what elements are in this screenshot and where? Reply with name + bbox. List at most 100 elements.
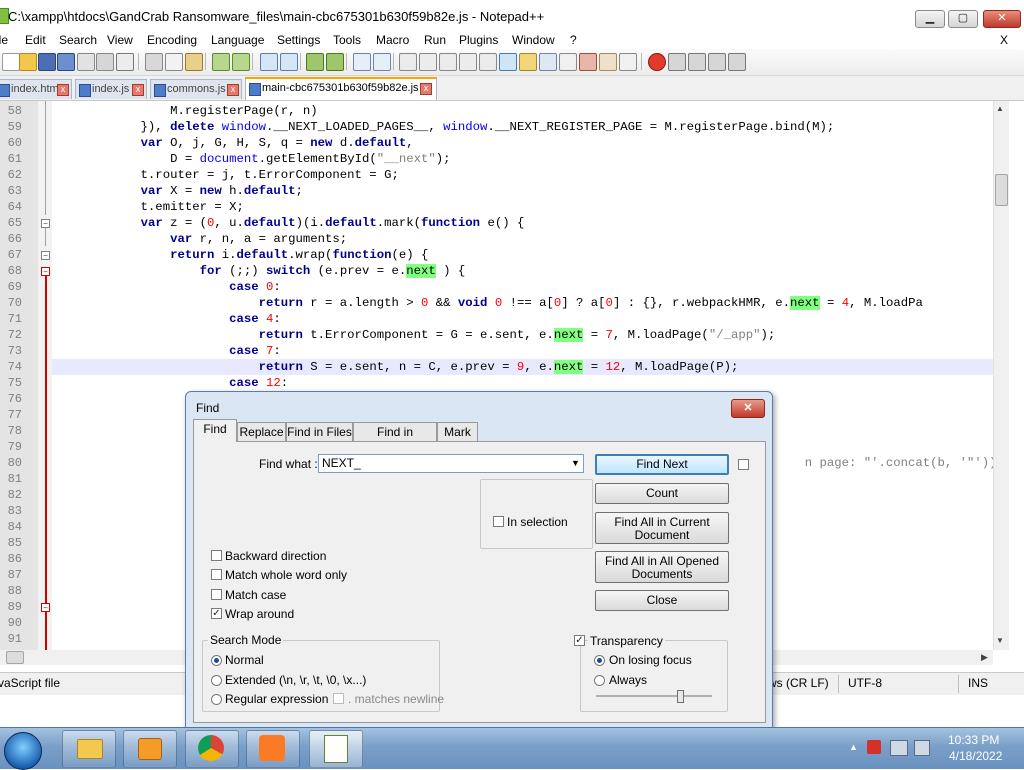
transparency-slider-thumb[interactable] [677, 690, 684, 703]
tab-commons-js[interactable]: commons.js x [150, 79, 242, 99]
tray-show-hidden-icon[interactable]: ▲ [849, 742, 858, 752]
horizontal-scroll-thumb[interactable] [6, 651, 24, 664]
tab-mark[interactable]: Mark [437, 422, 478, 441]
eye-icon[interactable] [619, 53, 637, 71]
start-button[interactable] [0, 730, 44, 770]
transparency-always-radio[interactable] [594, 675, 605, 686]
plugin-icon[interactable] [599, 53, 617, 71]
close-all-icon[interactable] [96, 53, 114, 71]
find-dialog-close-button[interactable]: ✕ [731, 399, 765, 418]
run-macro-multiple-icon[interactable] [708, 53, 726, 71]
action-center-icon[interactable] [867, 740, 881, 754]
doc-switcher-icon[interactable] [559, 53, 577, 71]
tab-find-in-projects[interactable]: Find in Projects [353, 422, 437, 457]
find-next-button[interactable]: Find Next [595, 454, 729, 475]
search-mode-extended-radio[interactable] [211, 675, 222, 686]
stop-macro-icon[interactable] [668, 53, 686, 71]
document-map-icon[interactable] [479, 53, 497, 71]
user-defined-language-icon[interactable] [459, 53, 477, 71]
play-macro-icon[interactable] [688, 53, 706, 71]
transparency-checkbox[interactable]: ✓ [574, 635, 585, 646]
menu-encoding[interactable]: Encoding [147, 33, 197, 47]
maximize-button[interactable]: ▢ [948, 10, 978, 28]
fold-collapse-icon[interactable]: − [41, 267, 50, 276]
match-whole-word-checkbox[interactable] [211, 569, 222, 580]
tab-close-icon[interactable]: x [420, 83, 432, 95]
function-list-icon[interactable] [499, 53, 517, 71]
menu-window[interactable]: Window [512, 33, 555, 47]
scroll-down-arrow-icon[interactable]: ▼ [996, 636, 1004, 645]
volume-icon[interactable] [914, 740, 930, 756]
menu-view[interactable]: View [107, 33, 133, 47]
taskbar-chrome-button[interactable] [185, 730, 239, 768]
save-icon[interactable] [38, 53, 56, 71]
menu-plugins[interactable]: Plugins [459, 33, 498, 47]
tab-close-icon[interactable]: x [132, 84, 144, 96]
find-all-in-current-document-button[interactable]: Find All in Current Document [595, 512, 729, 544]
find-next-option-checkbox[interactable] [738, 459, 749, 470]
copy-icon[interactable] [165, 53, 183, 71]
menu-run[interactable]: Run [424, 33, 446, 47]
transparency-on-losing-focus-radio[interactable] [594, 655, 605, 666]
tab-replace[interactable]: Replace [237, 422, 286, 441]
find-what-input[interactable]: NEXT_ [318, 454, 584, 473]
indent-guide-icon[interactable] [439, 53, 457, 71]
tab-close-icon[interactable]: x [57, 84, 69, 96]
find-what-dropdown-arrow-icon[interactable]: ▼ [571, 458, 580, 468]
monitoring-icon[interactable] [539, 53, 557, 71]
show-all-characters-icon[interactable] [419, 53, 437, 71]
find-all-in-all-opened-documents-button[interactable]: Find All in All Opened Documents [595, 551, 729, 583]
network-icon[interactable] [890, 740, 908, 756]
replace-icon[interactable] [280, 53, 298, 71]
tab-find-in-files[interactable]: Find in Files [286, 422, 353, 441]
search-mode-normal-radio[interactable] [211, 655, 222, 666]
scroll-up-arrow-icon[interactable]: ▲ [996, 104, 1004, 113]
print-icon[interactable] [116, 53, 134, 71]
undo-icon[interactable] [212, 53, 230, 71]
save-macro-icon[interactable] [728, 53, 746, 71]
close-button[interactable]: Close [595, 590, 729, 611]
fold-collapse-icon[interactable]: − [41, 219, 50, 228]
sync-vertical-icon[interactable] [353, 53, 371, 71]
tab-index-js[interactable]: index.js x [75, 79, 147, 99]
word-wrap-icon[interactable] [399, 53, 417, 71]
menu-macro[interactable]: Macro [376, 33, 409, 47]
transparency-slider-track[interactable] [596, 695, 712, 697]
clock-date[interactable]: 4/18/2022 [949, 749, 1002, 763]
menu-search[interactable]: Search [59, 33, 97, 47]
match-case-checkbox[interactable] [211, 589, 222, 600]
tools-icon[interactable] [579, 53, 597, 71]
fold-collapse-icon[interactable]: − [41, 603, 50, 612]
menu-file[interactable]: ile [0, 33, 8, 47]
taskbar-media-player-button[interactable] [123, 730, 177, 768]
menu-edit[interactable]: Edit [25, 33, 46, 47]
tab-index-htm[interactable]: index.htm x [0, 79, 72, 99]
open-folder-icon[interactable] [19, 53, 37, 71]
folder-as-workspace-icon[interactable] [519, 53, 537, 71]
vertical-scroll-thumb[interactable] [995, 174, 1008, 206]
menu-settings[interactable]: Settings [277, 33, 320, 47]
sync-horizontal-icon[interactable] [373, 53, 391, 71]
wrap-around-checkbox[interactable]: ✓ [211, 608, 222, 619]
find-icon[interactable] [260, 53, 278, 71]
menu-language[interactable]: Language [211, 33, 264, 47]
taskbar-explorer-button[interactable] [62, 730, 116, 768]
close-file-icon[interactable] [77, 53, 95, 71]
menu-help[interactable]: ? [570, 33, 577, 47]
taskbar-notepadpp-button[interactable] [309, 730, 363, 768]
clock-time[interactable]: 10:33 PM [948, 733, 999, 747]
search-mode-regex-radio[interactable] [211, 694, 222, 705]
zoom-out-icon[interactable] [326, 53, 344, 71]
fold-collapse-icon[interactable]: − [41, 251, 50, 260]
tab-main-js[interactable]: main-cbc675301b630f59b82e.js x [245, 77, 437, 100]
cut-icon[interactable] [145, 53, 163, 71]
record-macro-icon[interactable] [648, 53, 666, 71]
count-button[interactable]: Count [595, 483, 729, 504]
redo-icon[interactable] [232, 53, 250, 71]
window-close-button[interactable]: ✕ [983, 10, 1021, 28]
tab-find[interactable]: Find [193, 419, 237, 442]
scroll-right-arrow-icon[interactable]: ▶ [981, 652, 988, 663]
paste-icon[interactable] [185, 53, 203, 71]
tab-close-icon[interactable]: x [227, 84, 239, 96]
taskbar-xampp-button[interactable] [246, 730, 300, 768]
